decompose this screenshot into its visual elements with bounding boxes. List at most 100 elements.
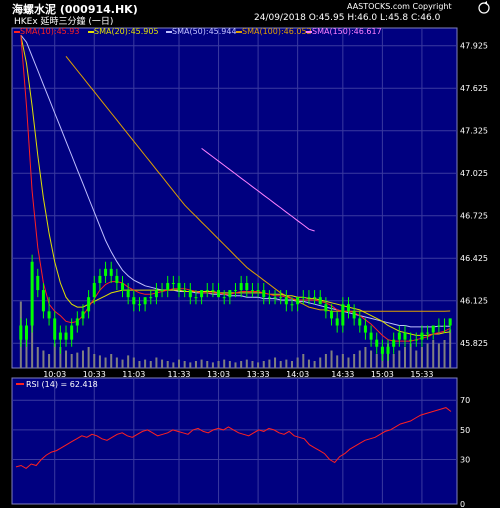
volume-bar — [251, 361, 254, 368]
price-candle — [386, 346, 390, 354]
price-candle — [30, 261, 34, 326]
rsi-tick-label: 50 — [460, 426, 470, 435]
price-candle — [92, 283, 96, 298]
price-candle — [98, 275, 102, 283]
volume-bar — [336, 355, 339, 368]
price-candle — [160, 290, 164, 292]
volume-bar — [426, 343, 429, 368]
volume-bar — [217, 361, 220, 368]
price-candle — [448, 318, 452, 326]
volume-bar — [364, 347, 367, 368]
volume-bar — [330, 350, 333, 368]
volume-bar — [398, 350, 401, 368]
volume-bar — [104, 357, 107, 368]
price-candle — [194, 297, 198, 299]
volume-bar — [127, 355, 130, 368]
price-candle — [239, 283, 243, 291]
price-candle — [75, 318, 79, 326]
price-candle — [358, 318, 362, 326]
volume-bar — [172, 362, 175, 368]
volume-bar — [285, 359, 288, 368]
volume-bar — [93, 354, 96, 368]
price-candle — [341, 304, 345, 326]
legend-label: SMA(20):45.905 — [94, 27, 159, 36]
volume-bar — [279, 361, 282, 368]
volume-bar — [375, 354, 378, 368]
sma-legend: SMA(10):45.93 SMA(20):45.905 SMA(50):45.94… — [14, 27, 382, 36]
price-candle — [177, 283, 181, 291]
price-candle — [104, 268, 108, 276]
price-candle — [234, 290, 237, 292]
price-candle — [392, 339, 396, 347]
rsi-tick-label: 0 — [460, 500, 465, 508]
price-candle — [58, 332, 62, 340]
volume-bar — [110, 354, 113, 368]
volume-bar — [234, 362, 237, 368]
volume-bar — [166, 361, 169, 368]
volume-bar — [189, 362, 192, 368]
price-candle — [279, 297, 283, 299]
price-candle — [171, 283, 175, 284]
rsi-tick-label: 70 — [460, 396, 470, 405]
volume-bar — [200, 359, 203, 368]
legend-label: SMA(50):45.944 — [172, 27, 237, 36]
price-candle — [228, 290, 232, 298]
price-candle — [296, 297, 300, 305]
y-tick-label: 46.725 — [460, 212, 488, 221]
volume-bar — [392, 354, 395, 368]
volume-bar — [76, 352, 79, 368]
stock-chart: 海螺水泥 (000914.HK) AASTOCKS.com Copyright … — [0, 0, 500, 508]
volume-bar — [449, 329, 452, 368]
price-candle — [414, 339, 418, 341]
volume-bar — [262, 361, 265, 368]
price-candle — [420, 332, 424, 340]
price-candle — [426, 332, 430, 334]
price-candle — [183, 290, 187, 292]
price-candle — [222, 297, 226, 299]
price-candle — [324, 304, 328, 312]
volume-bar — [161, 359, 164, 368]
volume-bar — [347, 357, 350, 368]
legend-label: SMA(10):45.93 — [20, 27, 79, 36]
price-candle — [166, 283, 170, 291]
volume-bar — [268, 359, 271, 368]
rsi-tick-label: 30 — [460, 456, 470, 465]
price-candle — [115, 275, 119, 283]
price-candle — [273, 297, 277, 299]
price-candle — [250, 290, 254, 292]
price-candle — [352, 311, 356, 319]
price-candle — [335, 318, 339, 326]
volume-bar — [302, 354, 305, 368]
volume-bar — [324, 354, 327, 368]
volume-bar — [358, 350, 361, 368]
volume-bar — [81, 350, 84, 368]
volume-bar — [228, 361, 231, 368]
price-candle — [409, 339, 413, 341]
volume-bar — [36, 347, 39, 368]
price-candle — [262, 290, 266, 298]
volume-bar — [341, 354, 344, 368]
price-candle — [200, 290, 204, 298]
y-tick-label: 47.025 — [460, 169, 488, 178]
price-candle — [313, 297, 317, 299]
price-candle — [267, 297, 271, 299]
volume-bar — [194, 361, 197, 368]
volume-bar — [307, 359, 310, 368]
price-candle — [47, 311, 51, 319]
price-candle — [19, 325, 23, 340]
volume-bar — [42, 350, 45, 368]
volume-bar — [409, 343, 412, 368]
volume-bar — [70, 354, 73, 368]
price-candle — [143, 297, 147, 305]
volume-bar — [132, 357, 135, 368]
subtitle-text: HKEx 延時三分鐘 (一日) — [14, 15, 113, 27]
price-candle — [346, 304, 350, 312]
volume-bar — [87, 347, 90, 368]
price-candle — [149, 297, 153, 299]
volume-bar — [296, 357, 299, 368]
rsi-legend-swatch — [16, 383, 24, 385]
volume-bar — [178, 359, 181, 368]
volume-bar — [432, 340, 435, 368]
price-candle — [380, 346, 384, 354]
volume-bar — [211, 362, 214, 368]
